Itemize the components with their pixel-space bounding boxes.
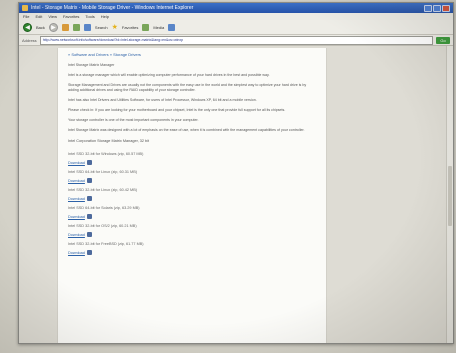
download-item-name: Intel SSD 32-bit for OS/2 (zip, 60.21 MB… (68, 224, 137, 228)
download-item: Intel SSD 32-bit for Linux (zip, 60.42 M… (68, 188, 316, 201)
back-button[interactable]: ◀ (23, 22, 32, 32)
download-icon[interactable] (86, 160, 92, 165)
menu-view[interactable]: View (48, 14, 57, 19)
address-label: Address (22, 37, 37, 43)
go-button[interactable]: Go (436, 36, 450, 44)
download-item-name: Intel SSD 64-bit for Linux (zip, 60.31 M… (68, 170, 138, 174)
stop-icon[interactable] (61, 23, 69, 31)
page-viewport: » Software and Drivers » Storage Drivers… (19, 46, 453, 343)
vendor-note: Intel Corporation Storage Matrix Manager… (68, 139, 150, 143)
address-input[interactable]: http://www.networksoft.info/software/dow… (39, 35, 433, 45)
download-link[interactable]: Download (68, 250, 316, 255)
download-item: Intel SSD 64-bit for Linux (zip, 60.31 M… (68, 170, 316, 183)
download-item-name: Intel SSD 32-bit for FreeBSD (zip, 61.77… (68, 242, 144, 246)
search-label[interactable]: Search (95, 25, 108, 30)
favorites-star-icon[interactable]: ★ (112, 23, 118, 31)
address-bar: Address http://www.networksoft.info/soft… (19, 35, 453, 46)
paragraph: Intel has also Intel Drivers and Utiliti… (68, 98, 257, 102)
paragraph: Intel Storage Matrix was designed with a… (68, 128, 305, 132)
download-icon[interactable] (86, 214, 92, 219)
download-link-label[interactable]: Download (68, 197, 85, 201)
menu-tools[interactable]: Tools (85, 14, 94, 19)
menu-help[interactable]: Help (101, 14, 109, 19)
menu-file[interactable]: File (23, 14, 29, 19)
download-link[interactable]: Download (68, 232, 316, 237)
minimize-button[interactable] (424, 4, 432, 12)
maximize-button[interactable] (433, 4, 441, 12)
paragraph: Please check in: If you are looking for … (68, 108, 286, 112)
page-content: » Software and Drivers » Storage Drivers… (57, 48, 327, 343)
favorites-label[interactable]: Favorites (122, 25, 138, 30)
breadcrumb[interactable]: » Software and Drivers » Storage Drivers (68, 52, 316, 57)
download-icon[interactable] (86, 196, 92, 201)
close-button[interactable] (442, 4, 450, 12)
browser-toolbar: ◀ Back ▶ Search ★ Favorites Media (19, 20, 453, 35)
menu-edit[interactable]: Edit (35, 14, 42, 19)
download-link-label[interactable]: Download (68, 161, 85, 165)
download-link-label[interactable]: Download (68, 215, 85, 219)
paragraph: Storage Management and Drives are usuall… (68, 83, 307, 92)
browser-window: Intel - Storage Matrix - Mobile Storage … (18, 2, 454, 344)
refresh-icon[interactable] (72, 23, 80, 31)
download-link-label[interactable]: Download (68, 179, 85, 183)
back-label[interactable]: Back (36, 25, 45, 30)
vertical-scrollbar[interactable] (446, 46, 453, 343)
menu-bar: File Edit View Favorites Tools Help (19, 13, 453, 20)
download-item-name: Intel SSD 64-bit for Solaris (zip, 63.29… (68, 206, 140, 210)
download-link-label[interactable]: Download (68, 233, 85, 237)
media-label[interactable]: Media (153, 25, 164, 30)
download-link[interactable]: Download (68, 178, 316, 183)
history-icon[interactable] (168, 23, 176, 31)
download-item: Intel SSD 32-bit for FreeBSD (zip, 61.77… (68, 242, 316, 255)
download-link[interactable]: Download (68, 160, 316, 165)
ie-icon (22, 5, 28, 11)
download-link[interactable]: Download (68, 214, 316, 219)
download-item: Intel SSD 32-bit for Windows (zip, 60.57… (68, 152, 316, 165)
download-link[interactable]: Download (68, 196, 316, 201)
download-item: Intel SSD 64-bit for Solaris (zip, 63.29… (68, 206, 316, 219)
title-bar: Intel - Storage Matrix - Mobile Storage … (19, 3, 453, 13)
download-icon[interactable] (86, 250, 92, 255)
scrollbar-thumb[interactable] (448, 166, 452, 226)
forward-button[interactable]: ▶ (48, 22, 58, 32)
menu-favorites[interactable]: Favorites (63, 14, 79, 19)
home-icon[interactable] (83, 23, 91, 31)
window-title: Intel - Storage Matrix - Mobile Storage … (31, 5, 194, 11)
paragraph: Your storage controller is one of the mo… (68, 118, 199, 122)
download-item-name: Intel SSD 32-bit for Linux (zip, 60.42 M… (68, 188, 138, 192)
media-icon[interactable] (142, 23, 150, 31)
paragraph: Intel is a storage manager which will en… (68, 73, 270, 77)
download-item-name: Intel SSD 32-bit for Windows (zip, 60.57… (68, 152, 144, 156)
download-item: Intel SSD 32-bit for OS/2 (zip, 60.21 MB… (68, 224, 316, 237)
window-controls (424, 4, 450, 12)
download-icon[interactable] (86, 178, 92, 183)
download-link-label[interactable]: Download (68, 251, 85, 255)
download-icon[interactable] (86, 232, 92, 237)
paragraph: Intel Storage Matrix Manager (68, 63, 115, 67)
